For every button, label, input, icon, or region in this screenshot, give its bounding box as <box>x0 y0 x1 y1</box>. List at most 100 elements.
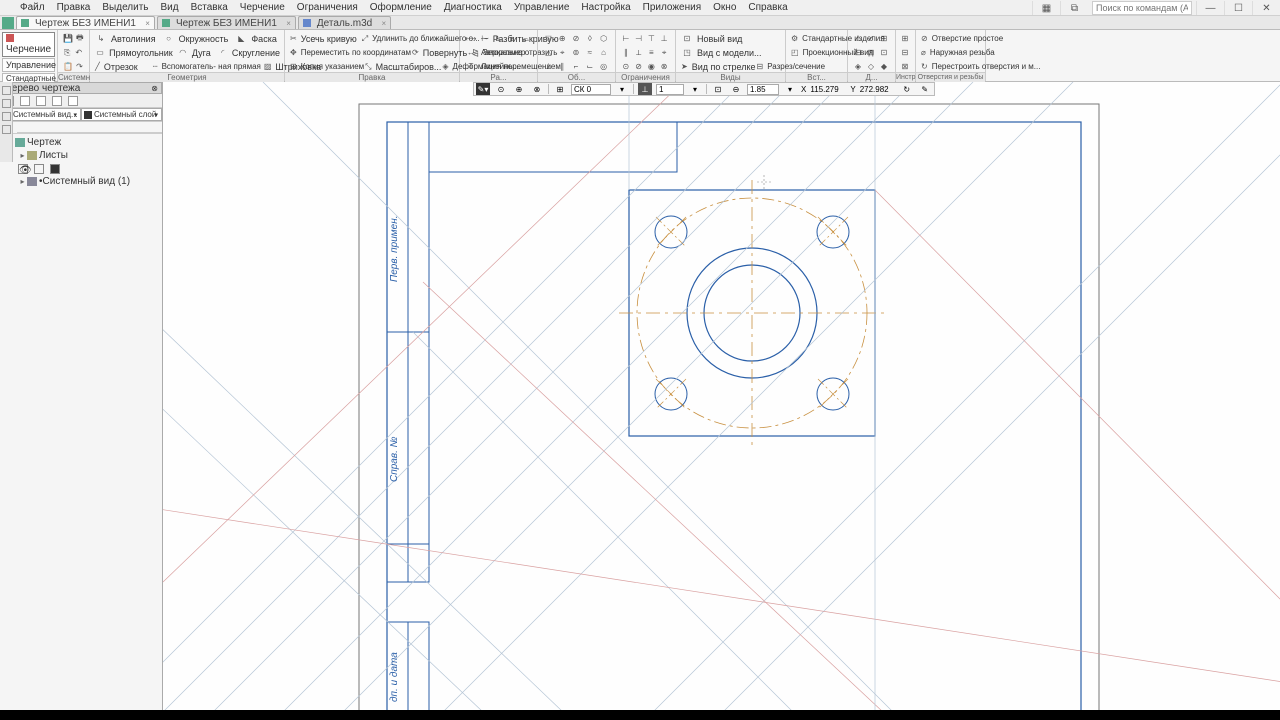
a10-icon[interactable]: ⌂ <box>597 47 610 59</box>
d1-icon[interactable]: ⚠ <box>852 33 864 45</box>
scale-icon[interactable]: ⤡ <box>364 61 372 73</box>
rail-icon-2[interactable] <box>2 99 11 108</box>
pt4-icon[interactable] <box>52 96 62 106</box>
circle-icon[interactable]: ○ <box>162 33 176 45</box>
menu-settings[interactable]: Настройка <box>575 2 636 13</box>
paste-icon[interactable]: 📋 <box>62 61 74 73</box>
screen-icon[interactable]: ⧉ <box>1060 1 1088 15</box>
menu-view[interactable]: Вид <box>155 2 185 13</box>
snap1-icon[interactable]: ⊙ <box>494 83 508 95</box>
layer-combo[interactable]: Системный слой <box>81 108 162 121</box>
snap2-icon[interactable]: ⊕ <box>512 83 526 95</box>
d8-icon[interactable]: ◇ <box>865 61 877 73</box>
rebuild-icon[interactable]: ↻ <box>920 61 929 73</box>
hatch-icon[interactable]: ▨ <box>263 61 273 73</box>
a1-icon[interactable]: ▽ <box>542 33 555 45</box>
dim5-icon[interactable]: ⌓ <box>519 33 532 45</box>
pt3-icon[interactable] <box>36 96 46 106</box>
autoline-icon[interactable]: ↳ <box>94 33 108 45</box>
line-icon[interactable]: ╱ <box>94 61 101 73</box>
c11-icon[interactable]: ◉ <box>646 61 658 73</box>
rail-icon-3[interactable] <box>2 112 11 121</box>
a12-icon[interactable]: ∥ <box>556 61 569 73</box>
cs-combo[interactable]: СК 0 <box>571 84 611 95</box>
menu-select[interactable]: Выделить <box>96 2 154 13</box>
c4-icon[interactable]: ⊥ <box>658 33 670 45</box>
zoomfit-icon[interactable]: ⊡ <box>711 83 725 95</box>
c1-icon[interactable]: ⊢ <box>620 33 632 45</box>
cs-dd-icon[interactable]: ▾ <box>615 83 629 95</box>
zoom-value[interactable]: 1.85 <box>747 84 779 95</box>
menu-format[interactable]: Оформление <box>364 2 438 13</box>
a9-icon[interactable]: ≈ <box>583 47 596 59</box>
minimize-button[interactable]: — <box>1196 1 1224 15</box>
dim3-icon[interactable]: ⊾ <box>492 33 505 45</box>
section-icon[interactable]: ⊟ <box>756 61 765 73</box>
undo-icon[interactable]: ↶ <box>74 47 85 59</box>
deform-icon[interactable]: ◈ <box>441 61 449 73</box>
c8-icon[interactable]: ⌖ <box>658 47 670 59</box>
move-icon[interactable]: ✥ <box>289 47 298 59</box>
hole-icon[interactable]: ⊘ <box>920 33 929 45</box>
menu-diagnostics[interactable]: Диагностика <box>438 2 508 13</box>
menu-manage[interactable]: Управление <box>508 2 576 13</box>
mode-drawing[interactable]: Черчение <box>2 32 55 57</box>
close-button[interactable]: ✕ <box>1252 1 1280 15</box>
close-icon[interactable]: × <box>286 19 291 28</box>
filter-input[interactable] <box>17 123 162 133</box>
menu-constraints[interactable]: Ограничения <box>291 2 364 13</box>
d4-icon[interactable]: ⊟ <box>852 47 864 59</box>
tree-root[interactable]: ▸Чертеж <box>2 136 160 149</box>
c9-icon[interactable]: ⊙ <box>620 61 632 73</box>
fillet-icon[interactable]: ◜ <box>217 47 229 59</box>
d9-icon[interactable]: ◆ <box>878 61 890 73</box>
doc-tab-1[interactable]: Чертеж БЕЗ ИМЕНИ1× <box>16 16 155 29</box>
zoomout-icon[interactable]: ⊖ <box>729 83 743 95</box>
print-icon[interactable]: 🖶 <box>75 33 85 45</box>
mode-manage[interactable]: Управление <box>2 58 55 72</box>
vis-toggle[interactable]: 👁 <box>18 164 28 174</box>
lock-toggle[interactable] <box>34 164 44 174</box>
tree-sheets[interactable]: ▸Листы <box>2 149 160 162</box>
c10-icon[interactable]: ⊘ <box>633 61 645 73</box>
refresh-icon[interactable]: ↻ <box>900 83 914 95</box>
thread-icon[interactable]: ⌀ <box>920 47 927 59</box>
zoom-dd-icon[interactable]: ▾ <box>783 83 797 95</box>
a4-icon[interactable]: ◊ <box>583 33 596 45</box>
chamfer-icon[interactable]: ◣ <box>234 33 248 45</box>
save-icon[interactable]: 💾 <box>62 33 74 45</box>
menu-help[interactable]: Справка <box>742 2 793 13</box>
redo-icon[interactable]: ↷ <box>75 61 84 73</box>
i2-icon[interactable]: ⊟ <box>900 47 910 59</box>
extend-icon[interactable]: ⤢ <box>361 33 369 45</box>
c5-icon[interactable]: ∥ <box>620 47 632 59</box>
pt5-icon[interactable] <box>68 96 78 106</box>
d3-icon[interactable]: ⊞ <box>878 33 890 45</box>
copy-icon[interactable]: ⎘ <box>62 47 73 59</box>
scale-dd-icon[interactable]: ▾ <box>688 83 702 95</box>
trim-icon[interactable]: ✂ <box>289 33 298 45</box>
menu-file[interactable]: Файл <box>14 2 51 13</box>
modelview-icon[interactable]: ◳ <box>680 47 694 59</box>
ortho-icon[interactable]: ⊥ <box>638 83 652 95</box>
rect-icon[interactable]: ▭ <box>94 47 106 59</box>
a7-icon[interactable]: ⌖ <box>556 47 569 59</box>
i3-icon[interactable]: ⊠ <box>900 61 910 73</box>
rail-icon-1[interactable] <box>2 86 11 95</box>
close-icon[interactable]: × <box>145 19 150 28</box>
pt2-icon[interactable] <box>20 96 30 106</box>
lindim-icon[interactable]: ↔ <box>464 47 478 59</box>
pin-icon[interactable]: ⊗ <box>151 84 158 93</box>
i1-icon[interactable]: ⊞ <box>900 33 910 45</box>
c6-icon[interactable]: ⟂ <box>633 47 645 59</box>
copy-tool-icon[interactable]: ⊞ <box>289 61 298 73</box>
newview-icon[interactable]: ⊡ <box>680 33 694 45</box>
stdpart-icon[interactable]: ⚙ <box>790 33 799 45</box>
snap3-icon[interactable]: ⊗ <box>530 83 544 95</box>
menu-apps[interactable]: Приложения <box>637 2 708 13</box>
a5-icon[interactable]: ⬡ <box>597 33 610 45</box>
auxline-icon[interactable]: ┄ <box>152 61 159 73</box>
doc-tab-3[interactable]: Деталь.m3d× <box>298 16 391 29</box>
close-icon[interactable]: × <box>382 19 387 28</box>
d6-icon[interactable]: ⊡ <box>878 47 890 59</box>
